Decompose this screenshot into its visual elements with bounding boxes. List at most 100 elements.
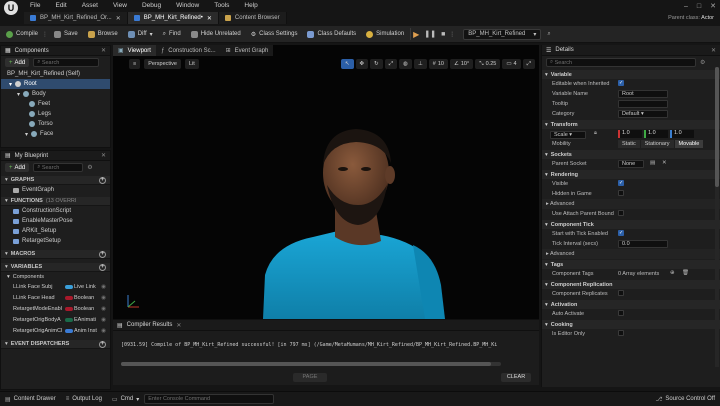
class-defaults-button[interactable]: Class Defaults [303, 27, 360, 42]
tab-bp-original[interactable]: BP_MH_Kirt_Refined_Or... ✕ [24, 12, 128, 24]
viewport[interactable]: ≡ Perspective Lit ↖ ✥ ↻ ⤢ ◍ ⊥ #10 ∠ 10° ⤡… [113, 45, 539, 319]
output-log-button[interactable]: ≡ Output Log [61, 392, 107, 406]
surface-snap-button[interactable]: ⊥ [413, 59, 427, 69]
add-member-button[interactable]: + Add [5, 163, 30, 172]
scrollbar-thumb[interactable] [121, 362, 491, 366]
class-settings-button[interactable]: ⚙ Class Settings [247, 27, 302, 42]
tree-item-body[interactable]: ▾ Body [1, 89, 110, 99]
select-mode-button[interactable]: ↖ [340, 59, 354, 69]
scale-y-input[interactable]: 1.0 [644, 130, 668, 138]
debug-find-icon[interactable]: ⌕ [547, 31, 550, 38]
translate-mode-button[interactable]: ✥ [355, 59, 369, 69]
compiler-scrollbar[interactable] [121, 362, 501, 366]
tree-item-torso[interactable]: Torso [1, 119, 110, 129]
scale-x-input[interactable]: 1.0 [618, 130, 642, 138]
eye-icon[interactable]: ◉ [101, 284, 106, 290]
close-icon[interactable]: ✕ [710, 2, 716, 10]
event-graph-item[interactable]: EventGraph [1, 185, 110, 195]
start-tick-checkbox[interactable]: ✓ [618, 230, 624, 236]
function-item[interactable]: ConstructionScript [1, 206, 110, 216]
variable-name-input[interactable]: Root [618, 90, 668, 98]
mobility-static[interactable]: Static [618, 140, 640, 148]
perspective-button[interactable]: Perspective [144, 59, 181, 69]
add-tag-icon[interactable]: ⊕ [670, 270, 675, 276]
maximize-icon[interactable]: □ [697, 3, 701, 10]
menu-tools[interactable]: Tools [214, 2, 229, 9]
menu-help[interactable]: Help [244, 2, 257, 9]
chevron-down-icon[interactable]: ▾ [25, 131, 28, 138]
close-panel-icon[interactable]: ✕ [101, 152, 106, 159]
close-panel-icon[interactable]: ✕ [711, 47, 716, 54]
compile-options-icon[interactable]: ⋮ [42, 31, 48, 38]
scale-z-input[interactable]: 1.0 [670, 130, 694, 138]
content-drawer-button[interactable]: ▤ Content Drawer [0, 392, 61, 406]
tab-content-browser[interactable]: Content Browser [218, 12, 287, 24]
browse-socket-icon[interactable]: ▤ [650, 160, 655, 166]
function-item[interactable]: RetargetSetup [1, 236, 110, 246]
blueprint-search-input[interactable]: ⌕ Search [33, 163, 84, 172]
mobility-stationary[interactable]: Stationary [640, 140, 674, 148]
advanced-tick-row[interactable]: ▸ Advanced [542, 249, 720, 259]
visible-checkbox[interactable]: ✓ [618, 180, 624, 186]
close-panel-icon[interactable]: ✕ [101, 47, 106, 54]
console-command-input[interactable]: Enter Console Command [144, 394, 275, 404]
event-dispatchers-section[interactable]: ▾ EVENT DISPATCHERS + [1, 340, 110, 349]
component-replication-section[interactable]: ▾ Component Replication [542, 280, 720, 289]
eye-icon[interactable]: ◉ [101, 328, 106, 334]
component-replicates-checkbox[interactable] [618, 290, 624, 296]
menu-file[interactable]: File [30, 2, 40, 9]
camera-speed-button[interactable]: ▭ 4 [502, 59, 521, 69]
variables-section[interactable]: ▾ VARIABLES + [1, 263, 110, 272]
simulation-button[interactable]: Simulation [362, 27, 408, 42]
rendering-section[interactable]: ▾ Rendering [542, 170, 720, 179]
browse-button[interactable]: Browse [84, 27, 122, 42]
rotation-snap-button[interactable]: ∠ 10° [449, 59, 474, 69]
chevron-down-icon[interactable]: ▾ [9, 81, 12, 88]
save-button[interactable]: Save [50, 27, 82, 42]
use-attach-checkbox[interactable] [618, 210, 624, 216]
sockets-section[interactable]: ▾ Sockets [542, 150, 720, 159]
viewport-menu-button[interactable]: ≡ [129, 59, 141, 69]
menu-asset[interactable]: Asset [82, 2, 98, 9]
add-macro-icon[interactable]: + [99, 251, 106, 258]
add-graph-icon[interactable]: + [99, 177, 106, 184]
add-dispatcher-icon[interactable]: + [99, 341, 106, 348]
variable-row[interactable]: RetargetModeEnabl Boolean ◉ [1, 304, 110, 315]
component-tick-section[interactable]: ▾ Component Tick [542, 220, 720, 229]
tree-item-root[interactable]: ▾ Root [1, 79, 110, 89]
scale-snap-button[interactable]: ⤡ 0.25 [475, 59, 501, 69]
details-search-input[interactable]: ⌕ Search [546, 58, 696, 67]
function-item[interactable]: ARKit_Setup [1, 226, 110, 236]
find-button[interactable]: ⌕ Find [159, 27, 185, 42]
variable-row[interactable]: RetargetOrigBodyA EAnimati ◉ [1, 315, 110, 326]
tree-item-face[interactable]: ▾ Face [1, 129, 110, 139]
compile-button[interactable]: Compile [2, 27, 42, 42]
variable-row[interactable]: RetargetOrigAnimCl Anim Inst ◉ [1, 326, 110, 337]
close-tab-icon[interactable]: ✕ [207, 15, 212, 22]
menu-edit[interactable]: Edit [55, 2, 66, 9]
diff-button[interactable]: Diff ▾ [124, 27, 157, 42]
scale-select[interactable]: Scale ▾ [550, 131, 586, 139]
menu-view[interactable]: View [113, 2, 127, 9]
macros-section[interactable]: ▾ MACROS + [1, 250, 110, 259]
tree-item-self[interactable]: BP_MH_Kirt_Refined (Self) [1, 69, 110, 79]
close-panel-icon[interactable]: ✕ [176, 322, 181, 329]
variable-row[interactable]: LLink Face Subj Live Link ◉ [1, 282, 110, 293]
clear-button[interactable]: CLEAR [501, 373, 531, 382]
clear-socket-icon[interactable]: ✕ [662, 160, 667, 166]
hidden-in-game-checkbox[interactable] [618, 190, 624, 196]
auto-activate-checkbox[interactable] [618, 310, 624, 316]
play-icon[interactable]: ▶ [413, 30, 419, 39]
tab-construction-script[interactable]: ƒ Construction Sc... [155, 45, 221, 56]
page-button[interactable]: PAGE [293, 373, 327, 382]
menu-debug[interactable]: Debug [142, 2, 161, 9]
source-control-button[interactable]: ⎇ Source Control Off [650, 392, 720, 406]
components-search-input[interactable]: ⌕ Search [33, 58, 100, 67]
trash-icon[interactable]: 🗑︎ [682, 270, 689, 276]
category-select[interactable]: Default ▾ [618, 110, 668, 118]
graphs-section[interactable]: ▾ GRAPHS + [1, 176, 110, 185]
transform-section[interactable]: ▾ Transform [542, 120, 720, 129]
advanced-rendering-row[interactable]: ▸ Advanced [542, 199, 720, 209]
function-item[interactable]: EnableMasterPose [1, 216, 110, 226]
unreal-logo-icon[interactable]: U [4, 1, 18, 15]
